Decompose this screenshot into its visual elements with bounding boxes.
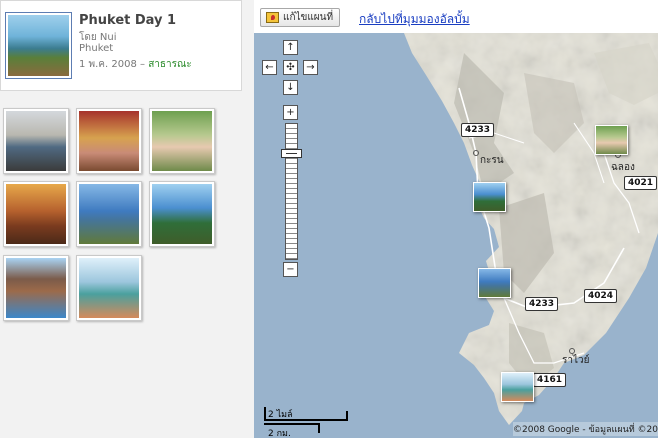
scale-tick <box>264 407 266 421</box>
route-shield: 4024 <box>584 289 618 303</box>
zoom-slider-handle[interactable] <box>281 149 302 158</box>
map-photo-marker[interactable] <box>473 182 506 212</box>
pan-up-button[interactable]: ↑ <box>283 40 298 55</box>
route-shield: 4233 <box>461 123 495 137</box>
route-shield: 4233 <box>525 297 559 311</box>
date-separator: – <box>140 59 145 70</box>
picasa-album-map-view: Phuket Day 1 โดย Nui Phuket 1 พ.ค. 2008 … <box>0 0 658 438</box>
photo-thumbnail[interactable] <box>149 181 215 247</box>
pan-center-button[interactable]: ✣ <box>283 60 298 75</box>
scale-bar <box>264 419 348 421</box>
map-photo-marker[interactable] <box>595 125 628 155</box>
album-date: 1 พ.ค. 2008 <box>79 59 137 70</box>
scale-tick <box>318 423 320 433</box>
map-copyright: ©2008 Google - ข้อมูลแผนที่ ©20 <box>513 422 658 436</box>
zoom-out-button[interactable]: − <box>283 262 298 277</box>
place-label-rawai: ราไวย์ <box>562 355 590 366</box>
photo-thumbnail[interactable] <box>76 255 142 321</box>
album-date-visibility: 1 พ.ค. 2008 – สาธารณะ <box>79 57 192 72</box>
map-edit-icon <box>266 12 279 23</box>
photo-thumbnail[interactable] <box>76 108 142 174</box>
photo-thumbnail[interactable] <box>3 108 69 174</box>
photo-thumbnail[interactable] <box>149 108 215 174</box>
photo-thumbnail[interactable] <box>3 255 69 321</box>
place-label-chalong: ฉลอง <box>611 162 635 173</box>
visibility-label[interactable]: สาธารณะ <box>148 59 191 70</box>
scale-bar <box>264 423 320 425</box>
edit-map-label: แก้ไขแผนที่ <box>283 12 334 23</box>
album-info-card: Phuket Day 1 โดย Nui Phuket 1 พ.ค. 2008 … <box>0 0 242 91</box>
back-to-album-link[interactable]: กลับไปที่มุมมองอัลบั้ม <box>359 10 470 29</box>
map-photo-marker[interactable] <box>478 268 511 298</box>
edit-map-button[interactable]: แก้ไขแผนที่ <box>260 8 341 27</box>
scale-km-label: 2 กม. <box>268 429 291 438</box>
pan-left-button[interactable]: ← <box>262 60 277 75</box>
google-map[interactable]: ↑ ← ✣ → ↓ + − 4233 4021 4233 4024 4161 ก… <box>254 33 658 438</box>
route-shield: 4161 <box>533 373 567 387</box>
map-toolbar: แก้ไขแผนที่ กลับไปที่มุมมองอัลบั้ม <box>254 0 658 33</box>
album-title[interactable]: Phuket Day 1 <box>79 13 176 28</box>
zoom-slider-track[interactable] <box>285 123 298 260</box>
scale-tick <box>346 411 348 421</box>
map-photo-marker[interactable] <box>501 372 534 402</box>
photo-thumbnail[interactable] <box>3 181 69 247</box>
pan-right-button[interactable]: → <box>303 60 318 75</box>
pan-down-button[interactable]: ↓ <box>283 80 298 95</box>
album-location: Phuket <box>79 43 114 54</box>
photo-thumbnail[interactable] <box>76 181 142 247</box>
route-shield: 4021 <box>624 176 658 190</box>
zoom-in-button[interactable]: + <box>283 105 298 120</box>
place-label-karon: กะรน <box>480 155 504 166</box>
album-cover-image[interactable] <box>5 12 72 79</box>
map-scale: 2 ไมล์ 2 กม. <box>262 405 352 438</box>
map-terrain <box>404 33 658 425</box>
